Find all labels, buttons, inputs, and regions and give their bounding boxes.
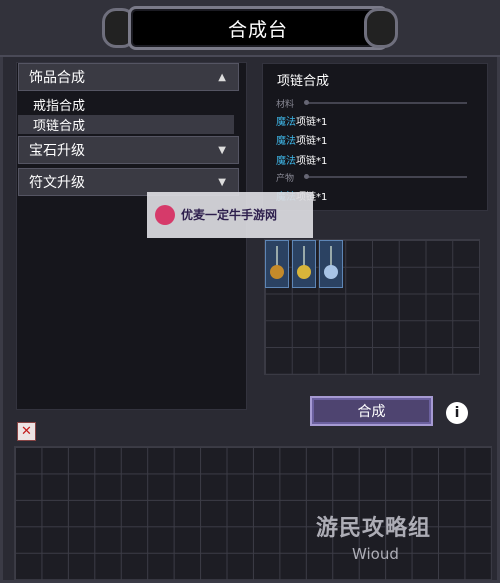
close-icon[interactable]: ✕ (17, 422, 36, 441)
brand-watermark-sub: Wioud (352, 545, 399, 563)
chevron-down-icon: ▼ (218, 144, 226, 156)
category-item-label: 戒指合成 (33, 99, 86, 114)
brand-watermark: 游民攻略组 (316, 516, 432, 541)
title-bar: 合成台 (0, 0, 500, 57)
material-highlight: 魔法 (276, 117, 296, 128)
info-icon[interactable]: i (446, 402, 468, 424)
watermark-text: 优麦一定牛手游网 (181, 208, 278, 222)
watermark-overlay: 优麦一定牛手游网 (147, 192, 313, 238)
material-rest: 项链*1 (296, 156, 328, 167)
item-slot-necklace[interactable] (319, 240, 343, 288)
crafting-grid[interactable] (264, 239, 480, 375)
chevron-up-icon: ▲ (218, 71, 226, 83)
recipe-title: 项链合成 (277, 74, 330, 89)
materials-divider (304, 100, 467, 105)
category-label: 饰品合成 (29, 70, 85, 86)
materials-label: 材料 (276, 100, 295, 110)
chain-icon (303, 246, 305, 266)
material-rest: 项链*1 (296, 136, 328, 147)
category-gem-upgrade[interactable]: 宝石升级 ▼ (18, 136, 239, 164)
recipe-panel: 项链合成 材料 魔法项链*1 魔法项链*1 魔法项链*1 产物 魔法项链*1 (262, 63, 488, 211)
window-title: 合成台 (227, 18, 288, 41)
material-highlight: 魔法 (276, 136, 296, 147)
category-label: 宝石升级 (29, 143, 85, 159)
category-label: 符文升级 (29, 175, 85, 191)
material-entry: 魔法项链*1 (276, 132, 327, 147)
item-slot-necklace[interactable] (292, 240, 316, 288)
material-entry: 魔法项链*1 (276, 113, 327, 128)
product-divider (304, 174, 467, 179)
chain-icon (276, 246, 278, 266)
craft-button[interactable]: 合成 (310, 396, 433, 426)
item-slot-necklace[interactable] (265, 240, 289, 288)
material-highlight: 魔法 (276, 156, 296, 167)
category-item-necklace-craft[interactable]: 项链合成 (18, 115, 234, 134)
chain-icon (330, 246, 332, 266)
necklace-gem-icon (270, 265, 284, 279)
material-entry: 魔法项链*1 (276, 152, 327, 167)
necklace-gem-icon (324, 265, 338, 279)
material-rest: 项链*1 (296, 117, 328, 128)
title-plate: 合成台 (128, 6, 388, 50)
category-accessory-craft[interactable]: 饰品合成 ▲ (18, 63, 239, 91)
category-item-label: 项链合成 (33, 119, 86, 134)
title-ornament-right-icon (364, 8, 398, 48)
category-item-ring-craft[interactable]: 戒指合成 (18, 95, 234, 114)
watermark-logo-icon (155, 205, 175, 225)
necklace-gem-icon (297, 265, 311, 279)
product-label: 产物 (276, 174, 295, 184)
chevron-down-icon: ▼ (218, 176, 226, 188)
